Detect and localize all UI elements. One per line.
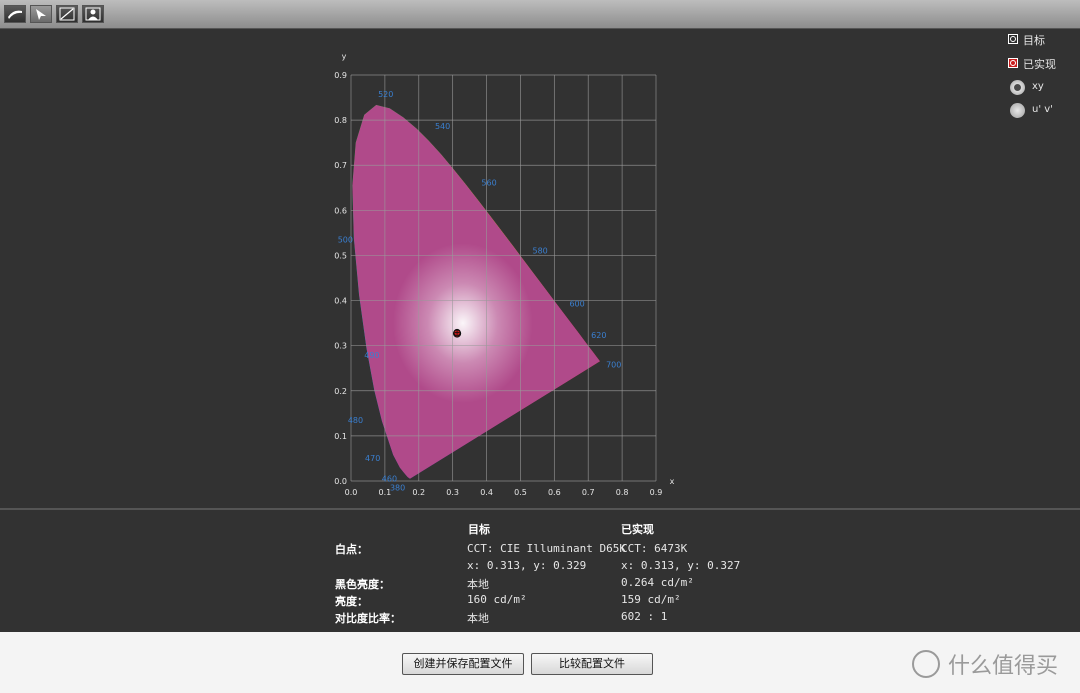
column-header-target: 目标 [468,523,490,536]
wavelength-label: 560 [481,179,496,188]
y-tick-label: 0.6 [334,206,347,215]
y-tick-label: 0.8 [334,116,347,125]
y-tick-label: 0.5 [334,251,347,260]
spectral-locus-fill [352,104,600,479]
wavelength-label: 600 [569,300,584,309]
whitepoint-markers [452,328,462,338]
wavelength-label: 480 [348,416,363,425]
y-tick-label: 0.7 [334,161,347,170]
wavelength-label: 490 [364,351,379,360]
y-tick-label: 0.3 [334,342,347,351]
legend-achieved-label: 已实现 [1023,58,1056,71]
cie-chromaticity-chart: 0.0 0.1 0.2 0.3 0.4 0.5 0.6 0.7 0.8 0.90.00.10.20… [334,52,675,497]
watermark-logo-icon [912,650,940,678]
legend-target-icon [1008,34,1018,44]
x-tick-label: 0.7 [582,488,595,497]
watermark-text: 什么值得买 [948,654,1059,679]
mode-uv-label: u' v' [1032,104,1053,115]
x-tick-label: 0.6 [548,488,561,497]
y-axis-label: y [342,52,347,61]
wavelength-label: 520 [378,90,393,99]
whitepoint-target-xy: x: 0.313, y: 0.329 [467,559,587,572]
row-label-contrast-ratio: 对比度比率： [335,612,401,625]
x-tick-label: 0.0 [345,488,358,497]
y-tick-label: 0.9 [334,71,347,80]
legend-target-label: 目标 [1023,34,1045,47]
y-tick-label: 0.2 [334,387,347,396]
white-region-glow [392,243,533,404]
contrast-ratio-achieved: 602 : 1 [621,610,668,623]
contrast-ratio-target: 本地 [467,612,489,625]
whitepoint-achieved-cct: CCT: 6473K [621,542,688,555]
luminance-target: 160 cd/m² [467,593,527,606]
x-tick-label: 0.4 [480,488,493,497]
row-label-whitepoint: 白点： [335,543,368,556]
y-tick-label: 0.4 [334,297,347,306]
x-tick-label: 0.3 [446,488,459,497]
wavelength-label: 470 [365,454,380,463]
mode-uv-radio[interactable] [1010,103,1025,118]
whitepoint-target-cct: CCT: CIE Illuminant D65K [467,542,626,555]
row-label-black-luminance: 黑色亮度： [335,578,390,591]
y-tick-label: 0.1 [334,432,347,441]
whitepoint-achieved-xy: x: 0.313, y: 0.327 [621,559,741,572]
wavelength-label: 500 [338,235,353,244]
x-axis-label: x [670,477,675,486]
black-luminance-achieved: 0.264 cd/m² [621,576,694,589]
black-luminance-target: 本地 [467,578,489,591]
wavelength-label: 700 [606,360,621,369]
x-tick-label: 0.2 [412,488,425,497]
wavelength-label: 620 [591,331,606,340]
wavelength-label: 580 [533,246,548,255]
luminance-achieved: 159 cd/m² [621,593,681,606]
mode-xy-label: xy [1032,81,1044,92]
row-label-luminance: 亮度： [335,595,368,608]
wavelength-label: 460 [382,474,397,483]
wavelength-label: 540 [435,122,450,131]
compare-profiles-button[interactable]: 比较配置文件 [531,653,653,675]
wavelength-label: 380 [390,484,405,493]
x-tick-label: 0.9 [650,488,663,497]
mode-xy-radio[interactable] [1010,80,1025,95]
y-tick-label: 0.0 [334,477,347,486]
create-save-profile-button[interactable]: 创建并保存配置文件 [402,653,524,675]
x-tick-label: 0.5 [514,488,527,497]
column-header-achieved: 已实现 [621,523,654,536]
x-tick-label: 0.8 [616,488,629,497]
legend-achieved-icon [1008,58,1018,68]
